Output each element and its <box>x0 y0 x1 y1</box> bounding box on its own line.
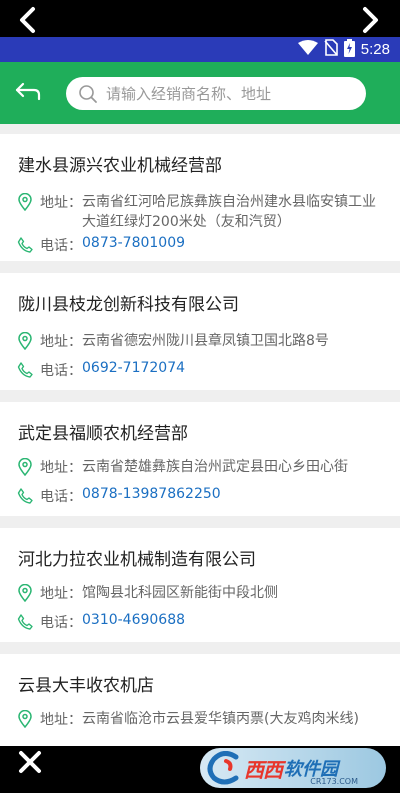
dealer-name: 云县大丰收农机店 <box>18 676 154 696</box>
address-label: 地址： <box>40 712 82 728</box>
dealer-phone[interactable]: 0692-7172074 <box>82 360 185 376</box>
dealer-list: 建水县源兴农业机械经营部 地址： 云南省红河哈尼族彝族自治州建水县临安镇工业大道… <box>0 124 400 746</box>
dealer-name: 武定县福顺农机经营部 <box>18 424 188 444</box>
address-label: 地址： <box>40 195 82 211</box>
status-bar: 5:28 <box>0 37 400 62</box>
location-pin-icon <box>18 458 32 476</box>
dealer-name: 陇川县枝龙创新科技有限公司 <box>18 295 239 315</box>
bottom-overlay-bar: 西西 软件园 CR173.COM <box>0 746 400 793</box>
location-pin-icon <box>18 584 32 602</box>
back-arrow-icon[interactable] <box>12 76 44 108</box>
dealer-name: 建水县源兴农业机械经营部 <box>18 156 222 176</box>
phone-label: 电话： <box>40 615 82 631</box>
search-icon <box>78 84 98 104</box>
address-label: 地址： <box>40 460 82 476</box>
phone-label: 电话： <box>40 489 82 505</box>
dealer-address: 云南省临沧市云县爱华镇丙票(大友鸡肉米线) <box>82 711 359 727</box>
dealer-card[interactable]: 建水县源兴农业机械经营部 地址： 云南省红河哈尼族彝族自治州建水县临安镇工业大道… <box>0 134 400 261</box>
next-arrow-icon[interactable] <box>358 6 382 34</box>
watermark-logo: 西西 软件园 CR173.COM <box>200 748 386 788</box>
dealer-card[interactable]: 武定县福顺农机经营部 地址： 云南省楚雄彝族自治州武定县田心乡田心街 电话： 0… <box>0 402 400 516</box>
phone-icon <box>17 362 33 378</box>
dealer-phone[interactable]: 0878-13987862250 <box>82 486 221 502</box>
dealer-address: 云南省红河哈尼族彝族自治州建水县临安镇工业大道红绿灯200米处（友和汽贸） <box>82 194 376 230</box>
search-box[interactable] <box>66 77 366 110</box>
phone-label: 电话： <box>40 363 82 379</box>
location-pin-icon <box>18 710 32 728</box>
previous-arrow-icon[interactable] <box>16 6 40 34</box>
address-label: 地址： <box>40 586 82 602</box>
dealer-card[interactable]: 云县大丰收农机店 地址： 云南省临沧市云县爱华镇丙票(大友鸡肉米线) <box>0 654 400 746</box>
top-overlay-bar <box>0 0 400 37</box>
no-sim-icon <box>324 39 338 60</box>
battery-charging-icon <box>343 38 355 61</box>
dealer-card[interactable]: 河北力拉农业机械制造有限公司 地址： 馆陶县北科园区新能街中段北侧 电话： 03… <box>0 528 400 642</box>
status-time: 5:28 <box>360 41 390 58</box>
watermark-url: CR173.COM <box>310 777 358 786</box>
phone-label: 电话： <box>40 238 82 254</box>
phone-icon <box>17 614 33 630</box>
watermark-brand: 西西 <box>244 757 283 782</box>
dealer-address: 云南省德宏州陇川县章凤镇卫国北路8号 <box>82 333 329 349</box>
wifi-icon <box>297 39 318 60</box>
location-pin-icon <box>18 193 32 211</box>
address-label: 地址： <box>40 334 82 350</box>
dealer-address: 云南省楚雄彝族自治州武定县田心乡田心街 <box>82 459 348 475</box>
dealer-card[interactable]: 陇川县枝龙创新科技有限公司 地址： 云南省德宏州陇川县章凤镇卫国北路8号 电话：… <box>0 273 400 390</box>
watermark-emblem-icon <box>207 751 239 785</box>
phone-icon <box>17 488 33 504</box>
phone-icon <box>17 237 33 253</box>
dealer-phone[interactable]: 0873-7801009 <box>82 235 185 251</box>
dealer-address: 馆陶县北科园区新能街中段北侧 <box>82 585 278 601</box>
location-pin-icon <box>18 332 32 350</box>
dealer-name: 河北力拉农业机械制造有限公司 <box>18 550 256 570</box>
close-icon[interactable] <box>18 750 42 779</box>
dealer-phone[interactable]: 0310-4690688 <box>82 612 185 628</box>
search-input[interactable] <box>106 84 356 103</box>
app-header <box>0 62 400 124</box>
